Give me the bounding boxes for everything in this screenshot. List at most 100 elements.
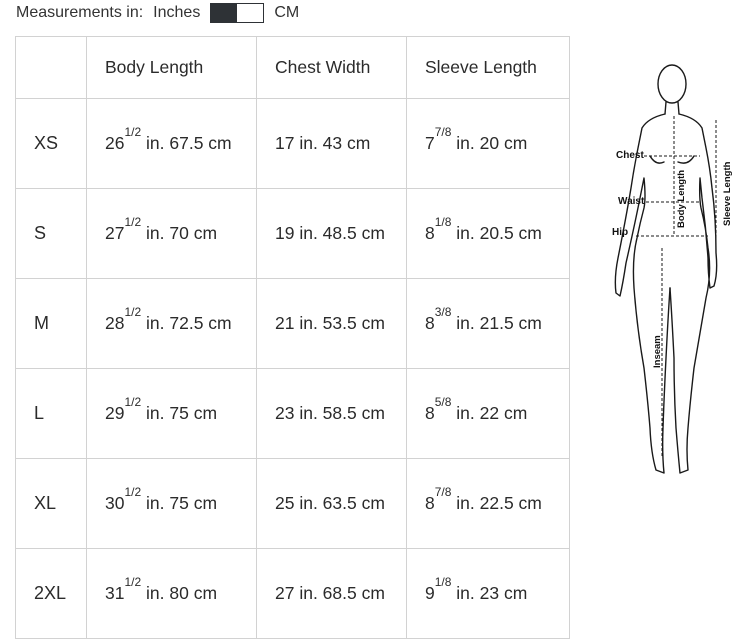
size-label: M	[34, 313, 49, 333]
body-length-cell: 271/2 in. 70 cm	[86, 188, 257, 279]
body-whole: 27	[105, 223, 125, 243]
header-size	[15, 36, 87, 99]
sleeve-whole: 8	[425, 403, 435, 423]
header-chest-width: Chest Width	[256, 36, 407, 99]
table-row: 2XL 311/2 in. 80 cm 27 in. 68.5 cm 91/8 …	[15, 548, 570, 639]
body-length-cell: 291/2 in. 75 cm	[86, 368, 257, 459]
sleeve-rest: in. 22 cm	[451, 403, 528, 423]
body-rest: in. 75 cm	[141, 493, 218, 513]
body-fraction: 1/2	[124, 395, 142, 409]
units-inches-option[interactable]: Inches	[153, 4, 200, 22]
chest-width-cell: 27 in. 68.5 cm	[256, 548, 407, 639]
body-rest: in. 75 cm	[141, 403, 218, 423]
sleeve-length-cell: 85/8 in. 22 cm	[406, 368, 570, 459]
sleeve-fraction: 7/8	[434, 485, 452, 499]
units-label: Measurements in:	[16, 4, 144, 21]
size-cell: M	[15, 278, 87, 369]
units-toggle[interactable]	[210, 3, 265, 23]
chest-width-cell: 17 in. 43 cm	[256, 98, 407, 189]
body-whole: 30	[105, 493, 125, 513]
sleeve-rest: in. 22.5 cm	[451, 493, 542, 513]
body-length-cell: 281/2 in. 72.5 cm	[86, 278, 257, 369]
table-row: XS 261/2 in. 67.5 cm 17 in. 43 cm 77/8 i…	[15, 98, 570, 189]
table-row: M 281/2 in. 72.5 cm 21 in. 53.5 cm 83/8 …	[15, 278, 570, 369]
size-label: S	[34, 223, 47, 243]
body-whole: 31	[105, 583, 125, 603]
toggle-knob	[211, 4, 238, 22]
body-whole: 28	[105, 313, 125, 333]
sleeve-length-cell: 77/8 in. 20 cm	[406, 98, 570, 189]
sleeve-fraction: 7/8	[434, 125, 452, 139]
body-rest: in. 67.5 cm	[141, 133, 232, 153]
body-rest: in. 70 cm	[141, 223, 218, 243]
table-row: S 271/2 in. 70 cm 19 in. 48.5 cm 81/8 in…	[15, 188, 570, 279]
chest-width-cell: 23 in. 58.5 cm	[256, 368, 407, 459]
sleeve-rest: in. 23 cm	[451, 583, 528, 603]
body-length-cell: 261/2 in. 67.5 cm	[86, 98, 257, 189]
size-cell: 2XL	[15, 548, 87, 639]
body-whole: 29	[105, 403, 125, 423]
sleeve-fraction: 1/8	[434, 575, 452, 589]
units-switcher: Measurements in: Inches CM	[16, 2, 299, 24]
body-fraction: 1/2	[124, 575, 142, 589]
sleeve-length-cell: 83/8 in. 21.5 cm	[406, 278, 570, 369]
header-sleeve-length: Sleeve Length	[406, 36, 570, 99]
sleeve-length-cell: 87/8 in. 22.5 cm	[406, 458, 570, 549]
table-header-row: Body Length Chest Width Sleeve Length	[15, 36, 570, 99]
body-length-label: Body Length	[676, 170, 687, 228]
table-row: L 291/2 in. 75 cm 23 in. 58.5 cm 85/8 in…	[15, 368, 570, 459]
body-rest: in. 80 cm	[141, 583, 218, 603]
size-label: XS	[34, 133, 59, 153]
body-fraction: 1/2	[124, 305, 142, 319]
chest-width-cell: 19 in. 48.5 cm	[256, 188, 407, 279]
size-label: 2XL	[34, 583, 67, 603]
body-fraction: 1/2	[124, 215, 142, 229]
waist-label: Waist	[618, 196, 645, 207]
chest-whole: 17 in. 43 cm	[275, 133, 371, 153]
size-cell: S	[15, 188, 87, 279]
size-cell: XS	[15, 98, 87, 189]
size-cell: L	[15, 368, 87, 459]
sleeve-whole: 8	[425, 493, 435, 513]
chest-whole: 23 in. 58.5 cm	[275, 403, 385, 423]
chest-whole: 21 in. 53.5 cm	[275, 313, 385, 333]
sleeve-rest: in. 20.5 cm	[451, 223, 542, 243]
sleeve-whole: 9	[425, 583, 435, 603]
sleeve-whole: 8	[425, 223, 435, 243]
sleeve-length-label: Sleeve Length	[722, 161, 733, 226]
body-fraction: 1/2	[124, 125, 142, 139]
size-label: XL	[34, 493, 57, 513]
body-length-cell: 311/2 in. 80 cm	[86, 548, 257, 639]
header-body-length: Body Length	[86, 36, 257, 99]
chest-whole: 25 in. 63.5 cm	[275, 493, 385, 513]
sleeve-rest: in. 20 cm	[451, 133, 528, 153]
body-length-cell: 301/2 in. 75 cm	[86, 458, 257, 549]
hip-label: Hip	[612, 227, 628, 238]
head-outline	[657, 64, 687, 104]
units-cm-option[interactable]: CM	[274, 4, 299, 22]
chest-label: Chest	[616, 150, 644, 161]
measurement-figure: Chest Waist Hip Body Length Inseam Sleev…	[604, 58, 740, 484]
sleeve-whole: 7	[425, 133, 435, 153]
inseam-label: Inseam	[652, 335, 663, 368]
body-whole: 26	[105, 133, 125, 153]
sleeve-length-cell: 91/8 in. 23 cm	[406, 548, 570, 639]
chest-whole: 19 in. 48.5 cm	[275, 223, 385, 243]
chest-whole: 27 in. 68.5 cm	[275, 583, 385, 603]
size-cell: XL	[15, 458, 87, 549]
sleeve-fraction: 3/8	[434, 305, 452, 319]
sleeve-rest: in. 21.5 cm	[451, 313, 542, 333]
body-fraction: 1/2	[124, 485, 142, 499]
size-chart-table: Body Length Chest Width Sleeve Length XS…	[15, 36, 570, 639]
sleeve-whole: 8	[425, 313, 435, 333]
body-silhouette: Chest Waist Hip Body Length Inseam Sleev…	[612, 64, 733, 474]
body-right-outline	[669, 113, 718, 474]
chest-width-cell: 25 in. 63.5 cm	[256, 458, 407, 549]
size-label: L	[34, 403, 45, 423]
sleeve-fraction: 5/8	[434, 395, 452, 409]
table-row: XL 301/2 in. 75 cm 25 in. 63.5 cm 87/8 i…	[15, 458, 570, 549]
chest-width-cell: 21 in. 53.5 cm	[256, 278, 407, 369]
sleeve-length-cell: 81/8 in. 20.5 cm	[406, 188, 570, 279]
body-rest: in. 72.5 cm	[141, 313, 232, 333]
sleeve-fraction: 1/8	[434, 215, 452, 229]
